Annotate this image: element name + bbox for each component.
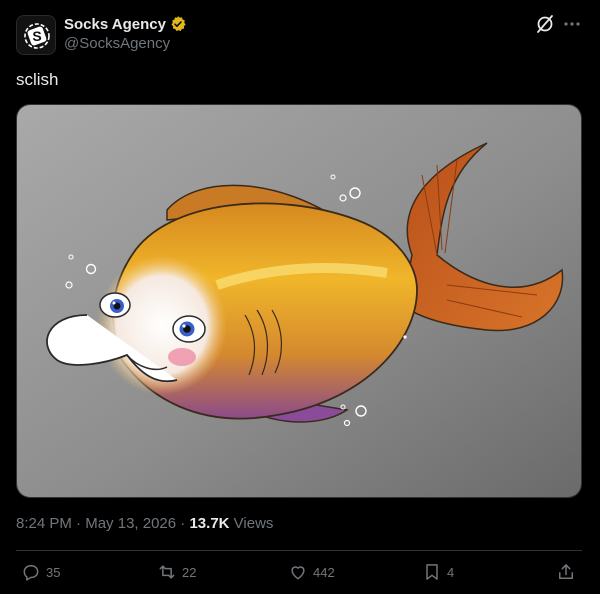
reply-button[interactable]: 35	[21, 562, 60, 582]
views-count: 13.7K	[189, 515, 230, 532]
like-button[interactable]: 442	[288, 562, 335, 582]
meta-separator: ·	[180, 515, 186, 532]
tweet-meta: 8:24 PM · May 13, 2026 · 13.7K Views	[16, 515, 273, 532]
more-options-icon[interactable]	[563, 14, 581, 34]
svg-text:S: S	[32, 28, 41, 44]
tweet-text: sclish	[16, 70, 59, 89]
bookmark-icon	[426, 564, 438, 580]
tweet-date[interactable]: May 13, 2026	[85, 515, 176, 532]
meta-separator: ·	[76, 515, 82, 532]
divider	[16, 550, 582, 551]
views-label: Views	[233, 515, 274, 532]
repost-icon	[159, 565, 175, 579]
tweet-media[interactable]	[16, 104, 582, 498]
avatar[interactable]: S	[16, 15, 56, 55]
heart-icon	[291, 566, 305, 580]
share-icon	[559, 564, 573, 579]
tweet-time[interactable]: 8:24 PM	[16, 515, 72, 532]
bookmark-button[interactable]: 4	[422, 562, 454, 582]
share-button[interactable]	[556, 562, 581, 582]
author-name-row: Socks Agency	[64, 15, 187, 33]
author-display-name[interactable]: Socks Agency	[64, 16, 166, 33]
reply-count: 35	[46, 564, 61, 580]
grok-icon[interactable]	[536, 14, 554, 34]
fish-illustration-image	[17, 105, 581, 497]
socks-logo-icon: S	[24, 23, 50, 49]
reply-icon	[23, 565, 39, 581]
repost-button[interactable]: 22	[157, 562, 196, 582]
verified-badge-icon[interactable]	[169, 15, 187, 33]
repost-count: 22	[182, 564, 197, 580]
like-count: 442	[313, 564, 335, 580]
bookmark-count: 4	[447, 564, 455, 580]
author-handle[interactable]: @SocksAgency	[64, 35, 170, 52]
